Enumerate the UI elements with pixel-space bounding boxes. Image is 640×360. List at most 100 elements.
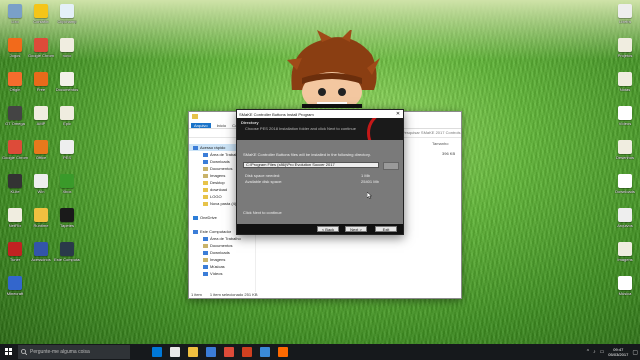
close-icon[interactable]: ✕ xyxy=(393,111,403,117)
desktop-icon[interactable]: Google Chrome xyxy=(28,38,54,58)
desktop-icon[interactable]: Documentos xyxy=(54,72,80,92)
desktop: Lixo Contaflix Clipchamp Jogos Google Chrome… xyxy=(0,0,640,344)
taskbar-search-box[interactable]: Pergunte-me alguma coisa xyxy=(18,345,130,359)
tab-home[interactable]: Início xyxy=(217,123,227,128)
desktop-icon[interactable]: Google Chrome xyxy=(2,140,28,160)
nav-item-label: Desktop xyxy=(210,180,225,185)
desktop-icon[interactable]: Lixeira xyxy=(612,4,638,24)
desktop-icon[interactable]: Projetos xyxy=(612,38,638,58)
next-button[interactable]: Next > xyxy=(345,226,367,232)
desktop-icon-label: Lixo xyxy=(11,19,19,24)
desktop-icon[interactable]: Arquivos xyxy=(612,208,638,228)
taskbar-app-icon[interactable] xyxy=(242,347,252,357)
windows-logo-icon xyxy=(5,348,8,351)
taskbar-app-icon[interactable] xyxy=(170,347,180,357)
desktop-icon[interactable]: Este Computador xyxy=(54,242,80,262)
desktop-icon-label: Arquivos xyxy=(617,223,633,228)
desktop-icon[interactable]: PES xyxy=(54,140,80,160)
nav-item-label: Este Computador xyxy=(200,229,232,234)
taskbar-app-icon[interactable] xyxy=(206,347,216,357)
desktop-icon[interactable]: Minecraft xyxy=(2,276,28,296)
taskbar-app-icon[interactable] xyxy=(152,347,162,357)
column-header-size[interactable]: Tamanho xyxy=(432,141,448,146)
disk-needed-value: 1 Mb xyxy=(361,173,370,178)
installer-titlebar[interactable]: SMaKE Controller Buttons Install Program… xyxy=(237,110,403,118)
desktop-icon[interactable]: Epic xyxy=(54,106,80,126)
desktop-icon[interactable]: GT Omega xyxy=(2,106,28,126)
taskbar-app-icon[interactable] xyxy=(278,347,288,357)
desktop-icon[interactable]: Desenhos xyxy=(612,140,638,160)
desktop-icon-label: Minecraft xyxy=(6,291,24,296)
folder-icon xyxy=(203,243,208,248)
app-icon xyxy=(618,106,632,120)
desktop-icon[interactable]: Jogos xyxy=(2,38,28,58)
nav-item[interactable]: Músicas xyxy=(189,263,255,270)
installer-dialog[interactable]: SMaKE Controller Buttons Install Program… xyxy=(236,109,404,235)
desktop-icon[interactable]: AMP xyxy=(28,106,54,126)
volume-icon[interactable]: ♪ xyxy=(593,349,596,355)
start-button[interactable] xyxy=(0,344,18,360)
exit-button[interactable]: Exit xyxy=(375,226,397,232)
desktop-icon[interactable]: Free xyxy=(28,72,54,92)
desktop-icon[interactable]: Office xyxy=(28,140,54,160)
nav-item-label: Área de Trabalho xyxy=(210,236,241,241)
desktop-icon[interactable]: Contaflix xyxy=(28,4,54,24)
chevron-up-icon[interactable]: ^ xyxy=(587,349,589,355)
desktop-icon-label: KLite xyxy=(10,189,20,194)
desktop-icon[interactable]: Tapetes xyxy=(54,208,80,228)
desktop-icon[interactable]: Origin xyxy=(2,72,28,92)
taskbar-app-icon[interactable] xyxy=(188,347,198,357)
desktop-icon-label: Origin xyxy=(9,87,21,92)
folder-icon xyxy=(203,201,208,206)
back-button[interactable]: < Back xyxy=(317,226,339,232)
folder-icon xyxy=(203,194,208,199)
desktop-icon-label: novo xyxy=(62,53,72,58)
desktop-icon[interactable]: NetFlix xyxy=(2,208,28,228)
nav-item-label: Imagens xyxy=(210,257,226,262)
desktop-icon[interactable]: novo xyxy=(54,38,80,58)
folder-icon xyxy=(203,152,208,157)
desktop-icon[interactable]: Runtime xyxy=(28,208,54,228)
desktop-icon[interactable]: Notas xyxy=(612,72,638,92)
notifications-icon[interactable]: ▢ xyxy=(632,349,638,356)
app-icon xyxy=(8,72,22,86)
taskbar-app-icon[interactable] xyxy=(260,347,270,357)
nav-item[interactable]: Imagens xyxy=(189,256,255,263)
desktop-icon-label: Runtime xyxy=(33,223,49,228)
app-icon xyxy=(34,242,48,256)
explorer-status-bar: 1 item 1 item selecionado 251 KB xyxy=(189,291,461,298)
nav-item[interactable]: Área de Trabalho xyxy=(189,235,255,242)
desktop-icon[interactable]: Clipchamp xyxy=(54,4,80,24)
app-icon xyxy=(60,4,74,18)
desktop-icon[interactable]: Tuner xyxy=(2,242,28,262)
nav-item[interactable]: Documentos xyxy=(189,242,255,249)
taskbar-clock[interactable]: 09:47 05/03/2017 xyxy=(608,347,628,357)
desktop-icon[interactable]: Lixo xyxy=(2,4,28,24)
taskbar-app-icon[interactable] xyxy=(224,347,234,357)
disk-available-value: 25401 Mb xyxy=(361,179,379,184)
nav-item[interactable]: Downloads xyxy=(189,249,255,256)
desktop-icon[interactable]: Downloads xyxy=(612,174,638,194)
explorer-search-box[interactable]: Pesquisar SMaKE 2017 Controls... xyxy=(402,130,464,135)
install-path-input[interactable] xyxy=(243,162,379,168)
desktop-icon[interactable]: Xbox xyxy=(54,174,80,194)
nav-item[interactable]: Vídeos xyxy=(189,270,255,277)
desktop-icon[interactable]: Win xyxy=(28,174,54,194)
app-icon xyxy=(34,208,48,222)
desktop-icon[interactable]: Imagens xyxy=(612,242,638,262)
desktop-icon-label: Epic xyxy=(63,121,71,126)
desktop-icon[interactable]: Acessórios xyxy=(28,242,54,262)
tab-file[interactable]: Arquivo xyxy=(191,123,211,128)
desktop-icon[interactable]: Música xyxy=(612,276,638,296)
desktop-icon[interactable]: Vídeos xyxy=(612,106,638,126)
logo-swoosh-icon xyxy=(367,118,403,140)
app-icon xyxy=(34,38,48,52)
browse-button[interactable] xyxy=(383,162,399,170)
app-icon xyxy=(60,242,74,256)
folder-icon xyxy=(203,173,208,178)
desktop-icon[interactable]: KLite xyxy=(2,174,28,194)
desktop-icon-label: Projetos xyxy=(617,53,633,58)
network-icon[interactable]: ▭ xyxy=(600,349,605,355)
app-icon xyxy=(618,140,632,154)
app-icon xyxy=(34,72,48,86)
